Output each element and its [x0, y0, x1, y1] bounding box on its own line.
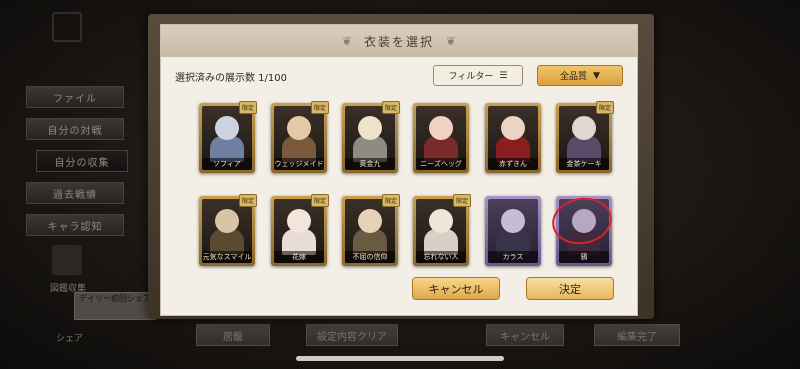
- quality-dropdown[interactable]: 全品質 ▼: [537, 65, 623, 86]
- limited-badge: 限定: [239, 101, 257, 114]
- costume-card[interactable]: 赤ずきん: [485, 103, 541, 173]
- costume-portrait: ニーズヘッグ: [416, 106, 466, 170]
- costume-portrait: カラス: [488, 199, 538, 263]
- limited-badge: 限定: [239, 194, 257, 207]
- confirm-button[interactable]: 決定: [526, 277, 614, 300]
- character-head: [287, 116, 311, 140]
- home-indicator: [296, 356, 504, 361]
- display-count: 選択済みの展示数 1/100: [175, 73, 287, 84]
- list-icon: ☰: [499, 70, 508, 81]
- costume-portrait: 赤ずきん: [488, 106, 538, 170]
- costume-name: カラス: [488, 251, 538, 263]
- character-head: [429, 209, 453, 233]
- limited-badge: 限定: [596, 101, 614, 114]
- leaf-ornament-icon: ❦: [341, 34, 352, 48]
- costume-portrait: 花嫁: [274, 199, 324, 263]
- costume-portrait: 金茶ケーキ: [559, 106, 609, 170]
- costume-card[interactable]: 花嫁 限定: [271, 194, 329, 266]
- character-head: [572, 116, 596, 140]
- costume-portrait: ソフィア: [202, 106, 252, 170]
- limited-badge: 限定: [311, 101, 329, 114]
- filter-label: フィルター: [448, 72, 494, 82]
- costume-name: ウェッジメイド: [274, 158, 324, 170]
- costume-name: 赤ずきん: [488, 158, 538, 170]
- costume-portrait: 黄金九: [345, 106, 395, 170]
- costume-card[interactable]: ソフィア 限定: [199, 101, 257, 173]
- costume-portrait: 不屈の信仰: [345, 199, 395, 263]
- chevron-down-icon: ▼: [593, 70, 600, 81]
- costume-card[interactable]: 黄金九 限定: [342, 101, 400, 173]
- leaf-ornament-icon: ❦: [446, 34, 457, 48]
- costume-card[interactable]: 不屈の信仰 限定: [342, 194, 400, 266]
- costume-card[interactable]: 忘れない人 限定: [413, 194, 471, 266]
- limited-badge: 限定: [382, 101, 400, 114]
- limited-badge: 限定: [382, 194, 400, 207]
- costume-card[interactable]: 元気なスマイル 限定: [199, 194, 257, 266]
- costume-name: 元気なスマイル: [202, 251, 252, 263]
- character-head: [358, 209, 382, 233]
- dialog-header: ❦ 衣装を選択 ❦: [161, 25, 637, 57]
- character-head: [287, 209, 311, 233]
- dialog-title: 衣装を選択: [363, 34, 434, 49]
- costume-name: 黄金九: [345, 158, 395, 170]
- costume-name: 花嫁: [274, 251, 324, 263]
- character-head: [501, 116, 525, 140]
- cancel-button[interactable]: キャンセル: [412, 277, 500, 300]
- costume-portrait: 忘れない人: [416, 199, 466, 263]
- character-head: [501, 209, 525, 233]
- character-head: [429, 116, 453, 140]
- costume-portrait: 元気なスマイル: [202, 199, 252, 263]
- limited-badge: 限定: [311, 194, 329, 207]
- costume-card[interactable]: ニーズヘッグ: [413, 103, 469, 173]
- costume-name: 不屈の信仰: [345, 251, 395, 263]
- costume-card[interactable]: カラス: [485, 196, 541, 266]
- character-head: [215, 116, 239, 140]
- limited-badge: 限定: [453, 194, 471, 207]
- costume-portrait: ウェッジメイド: [274, 106, 324, 170]
- character-head: [358, 116, 382, 140]
- filter-button[interactable]: フィルター ☰: [433, 65, 523, 86]
- character-head: [215, 209, 239, 233]
- costume-name: 金茶ケーキ: [559, 158, 609, 170]
- costume-name: 鴉: [559, 251, 609, 263]
- costume-card[interactable]: 金茶ケーキ 限定: [556, 101, 614, 173]
- quality-label: 全品質: [560, 72, 588, 82]
- costume-name: ソフィア: [202, 158, 252, 170]
- costume-name: 忘れない人: [416, 251, 466, 263]
- costume-name: ニーズヘッグ: [416, 158, 466, 170]
- costume-card[interactable]: ウェッジメイド 限定: [271, 101, 329, 173]
